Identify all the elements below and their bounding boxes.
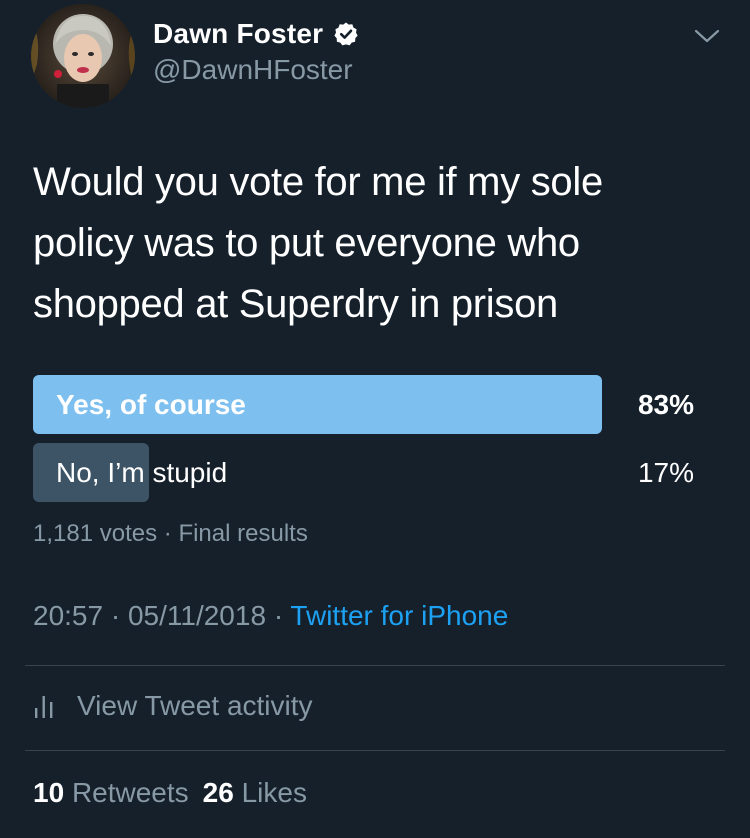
author-name-row[interactable]: Dawn Foster — [153, 18, 359, 50]
separator: · — [110, 600, 121, 631]
author-handle[interactable]: @DawnHFoster — [153, 54, 353, 86]
bar-chart-icon — [33, 691, 55, 721]
poll-vote-count: 1,181 votes — [33, 520, 158, 547]
tweet-stats: 10 Retweets 26 Likes — [33, 777, 307, 809]
poll-option-no: No, I’m stupid — [33, 443, 602, 502]
retweets-stat[interactable]: 10 Retweets — [33, 777, 189, 808]
tweet-time[interactable]: 20:57 — [33, 600, 103, 631]
retweets-label: Retweets — [71, 777, 189, 808]
view-tweet-activity-label: View Tweet activity — [77, 690, 313, 721]
poll-meta: 1,181 votes · Final results — [33, 520, 308, 548]
likes-stat[interactable]: 26 Likes — [203, 777, 307, 808]
divider — [25, 750, 725, 751]
poll-status: Final results — [178, 520, 308, 547]
view-tweet-activity-button[interactable]: View Tweet activity — [33, 690, 313, 722]
chevron-down-icon[interactable] — [693, 26, 721, 46]
retweets-count: 10 — [33, 777, 65, 808]
poll-option-label: Yes, of course — [56, 389, 246, 420]
likes-count: 26 — [202, 777, 234, 808]
separator: · — [163, 520, 172, 547]
poll-option-label: No, I’m stupid — [56, 457, 228, 488]
separator: · — [273, 600, 284, 631]
avatar[interactable] — [31, 4, 135, 108]
tweet-date[interactable]: 05/11/2018 — [128, 600, 266, 631]
author-display-name[interactable]: Dawn Foster — [153, 18, 323, 50]
tweet-timestamp-row: 20:57 · 05/11/2018 · Twitter for iPhone — [33, 600, 508, 632]
likes-label: Likes — [241, 777, 307, 808]
tweet-text: Would you vote for me if my sole policy … — [33, 160, 603, 326]
verified-badge-icon — [333, 21, 359, 47]
poll-percent-no: 17% — [637, 457, 694, 488]
poll-percent-yes: 83% — [637, 389, 694, 420]
divider — [25, 665, 725, 666]
tweet-source-link[interactable]: Twitter for iPhone — [290, 600, 508, 631]
poll-option-yes: Yes, of course — [33, 375, 602, 434]
